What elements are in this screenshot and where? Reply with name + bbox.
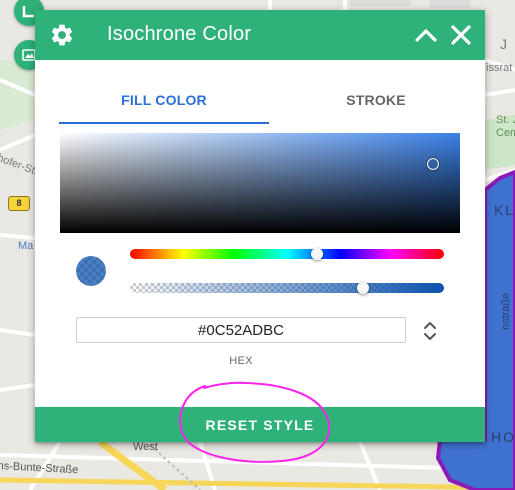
tab-fill-color[interactable]: FILL COLOR	[59, 90, 269, 124]
alpha-slider-handle[interactable]	[357, 282, 369, 294]
format-toggle-icon[interactable]	[421, 320, 439, 342]
building	[430, 0, 470, 8]
saturation-brightness-handle[interactable]	[427, 158, 439, 170]
current-color-swatch	[76, 256, 106, 286]
alpha-slider[interactable]	[130, 283, 444, 293]
close-icon[interactable]	[449, 23, 473, 47]
map-label: Ma	[18, 240, 34, 252]
layer-icon	[22, 6, 34, 18]
panel-header: Isochrone Color	[35, 10, 485, 60]
map-label: J	[500, 36, 509, 52]
map-label: issrat	[486, 62, 513, 74]
park-area	[0, 60, 34, 130]
road-number-badge: 8	[8, 196, 30, 211]
brightness-overlay	[60, 133, 460, 233]
tab-stroke[interactable]: STROKE	[281, 90, 471, 122]
color-tabs: FILL COLOR STROKE	[59, 90, 459, 124]
gear-icon[interactable]	[49, 22, 75, 48]
map-label: HO	[491, 429, 515, 445]
map-label: KL	[494, 202, 515, 218]
image-icon	[22, 49, 36, 61]
hue-slider[interactable]	[130, 249, 444, 259]
panel-title: Isochrone Color	[107, 23, 252, 45]
isochrone-color-panel: Isochrone Color FILL COLOR STROKE HEX RE…	[35, 10, 485, 442]
map-label: St. J	[496, 114, 515, 126]
current-color-fill	[76, 256, 106, 286]
building	[350, 0, 410, 6]
hue-slider-handle[interactable]	[311, 248, 323, 260]
chevron-up-icon[interactable]	[414, 23, 438, 47]
reset-style-button[interactable]: RESET STYLE	[35, 407, 485, 442]
map-label: nstraße	[500, 292, 512, 330]
map-label: Cem	[496, 127, 515, 139]
saturation-brightness-field[interactable]	[60, 133, 460, 233]
hex-label: HEX	[229, 355, 253, 367]
alpha-gradient	[130, 283, 444, 293]
hex-input[interactable]	[76, 317, 406, 343]
map-label: West	[133, 441, 158, 453]
